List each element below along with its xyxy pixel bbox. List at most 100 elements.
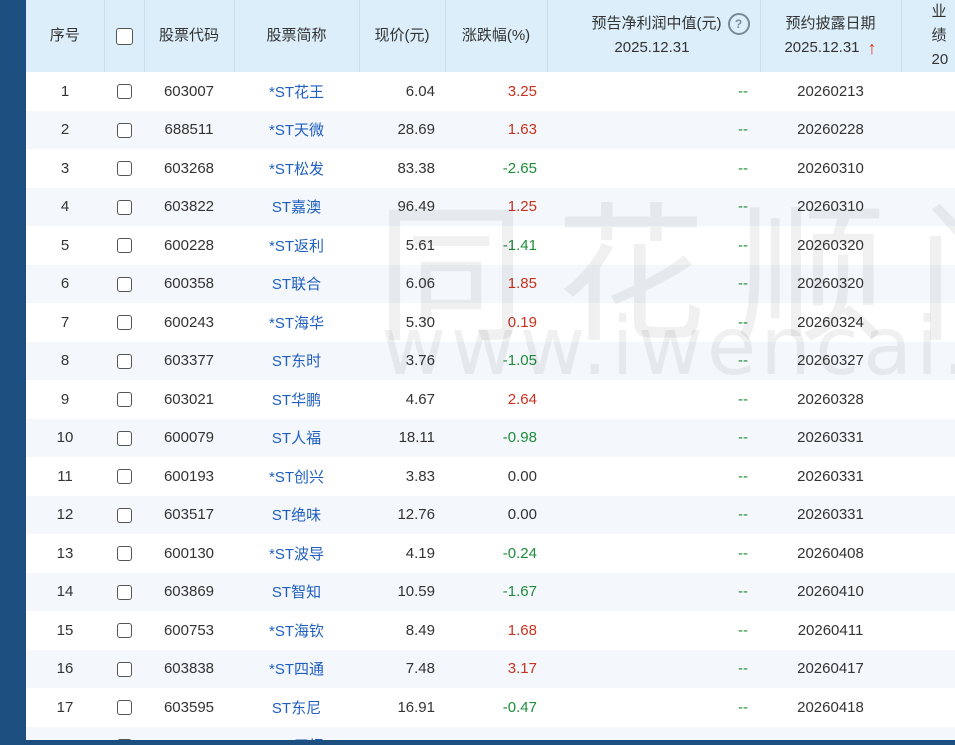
row-select[interactable] <box>104 534 144 573</box>
header-extra-period: 20 <box>931 51 949 68</box>
row-select[interactable] <box>104 187 144 226</box>
row-name-link[interactable]: *ST松发 <box>234 149 359 188</box>
row-forecast: -- <box>547 495 760 534</box>
row-forecast: -- <box>547 264 760 303</box>
table-row[interactable]: 8 603377 ST东时 3.76 -1.05 -- 20260327 <box>26 341 955 380</box>
header-select-all[interactable] <box>104 0 145 72</box>
row-checkbox[interactable] <box>116 430 132 446</box>
row-name-link[interactable]: ST绝味 <box>234 495 359 534</box>
header-disclose-date[interactable]: 预约披露日期 2025.12.31 ↑ <box>760 0 902 72</box>
row-extra <box>901 303 955 342</box>
row-checkbox[interactable] <box>116 584 132 600</box>
row-checkbox[interactable] <box>116 353 132 369</box>
row-name-link[interactable]: ST东时 <box>234 341 359 380</box>
row-name-link[interactable]: *ST海钦 <box>234 611 359 650</box>
table-row[interactable]: 9 603021 ST华鹏 4.67 2.64 -- 20260328 <box>26 380 955 419</box>
row-checkbox[interactable] <box>116 392 132 408</box>
row-select[interactable] <box>104 226 144 265</box>
row-checkbox[interactable] <box>116 315 132 331</box>
row-name-link[interactable]: *ST创兴 <box>234 457 359 496</box>
row-extra <box>901 226 955 265</box>
row-checkbox[interactable] <box>116 546 132 562</box>
table-row[interactable]: 15 600753 *ST海钦 8.49 1.68 -- 20260411 <box>26 611 955 650</box>
row-disclose-date: 20260418 <box>760 688 901 727</box>
row-checkbox[interactable] <box>116 276 132 292</box>
table-row[interactable]: 11 600193 *ST创兴 3.83 0.00 -- 20260331 <box>26 457 955 496</box>
row-change: 0.00 <box>445 495 547 534</box>
row-select[interactable] <box>104 726 144 740</box>
row-disclose-date: 20260331 <box>760 495 901 534</box>
row-checkbox[interactable] <box>116 507 132 523</box>
row-select[interactable] <box>104 264 144 303</box>
row-select[interactable] <box>104 149 144 188</box>
table-row[interactable]: 16 603838 *ST四通 7.48 3.17 -- 20260417 <box>26 649 955 688</box>
row-name-link[interactable]: ST人福 <box>234 418 359 457</box>
table-row[interactable]: 18 603721*ST天择19.230.68--20260418 <box>26 726 955 740</box>
row-disclose-date: 20260324 <box>760 303 901 342</box>
row-disclose-date: 20260320 <box>760 226 901 265</box>
row-select[interactable] <box>104 688 144 727</box>
row-select[interactable] <box>104 418 144 457</box>
select-all-checkbox[interactable] <box>115 27 133 45</box>
table-row[interactable]: 1 603007 *ST花王 6.04 3.25 -- 20260213 <box>26 72 955 111</box>
row-checkbox[interactable] <box>116 623 132 639</box>
table-row[interactable]: 12 603517 ST绝味 12.76 0.00 -- 20260331 <box>26 495 955 534</box>
header-seq[interactable]: 序号 <box>26 0 105 72</box>
header-extra[interactable]: 业绩 20 <box>901 0 955 72</box>
row-name-link[interactable]: *ST四通 <box>234 649 359 688</box>
row-select[interactable] <box>104 303 144 342</box>
row-checkbox[interactable] <box>116 661 132 677</box>
row-select[interactable] <box>104 611 144 650</box>
table-row[interactable]: 14 603869 ST智知 10.59 -1.67 -- 20260410 <box>26 572 955 611</box>
header-price[interactable]: 现价(元) <box>359 0 446 72</box>
sort-asc-arrow-icon[interactable]: ↑ <box>868 38 877 58</box>
table-row[interactable]: 5 600228 *ST返利 5.61 -1.41 -- 20260320 <box>26 226 955 265</box>
row-seq: 18 <box>26 726 104 740</box>
row-name-link[interactable]: ST智知 <box>234 572 359 611</box>
row-checkbox[interactable] <box>116 84 132 100</box>
row-name-link[interactable]: ST联合 <box>234 264 359 303</box>
row-checkbox[interactable] <box>116 161 132 177</box>
row-name-link[interactable]: *ST天微 <box>234 110 359 149</box>
header-code[interactable]: 股票代码 <box>144 0 235 72</box>
row-select[interactable] <box>104 572 144 611</box>
table-row[interactable]: 13 600130 *ST波导 4.19 -0.24 -- 20260408 <box>26 534 955 573</box>
row-select[interactable] <box>104 72 144 111</box>
row-name-link[interactable]: *ST天择 <box>234 726 359 740</box>
row-name-link[interactable]: *ST海华 <box>234 303 359 342</box>
row-name-link[interactable]: ST华鹏 <box>234 380 359 419</box>
row-select[interactable] <box>104 341 144 380</box>
row-select[interactable] <box>104 380 144 419</box>
header-forecast-profit[interactable]: 预告净利润中值(元)? 2025.12.31 <box>547 0 761 72</box>
table-row[interactable]: 4 603822 ST嘉澳 96.49 1.25 -- 20260310 <box>26 187 955 226</box>
header-forecast-period: 2025.12.31 <box>614 39 690 56</box>
row-select[interactable] <box>104 649 144 688</box>
row-select[interactable] <box>104 457 144 496</box>
row-name-link[interactable]: ST东尼 <box>234 688 359 727</box>
table-row[interactable]: 2 688511 *ST天微 28.69 1.63 -- 20260228 <box>26 110 955 149</box>
row-select[interactable] <box>104 495 144 534</box>
table-row[interactable]: 17 603595 ST东尼 16.91 -0.47 -- 20260418 <box>26 688 955 727</box>
table-row[interactable]: 6 600358 ST联合 6.06 1.85 -- 20260320 <box>26 264 955 303</box>
row-checkbox[interactable] <box>116 199 132 215</box>
table-row[interactable]: 3 603268 *ST松发 83.38 -2.65 -- 20260310 <box>26 149 955 188</box>
help-icon[interactable]: ? <box>727 13 750 36</box>
row-select[interactable] <box>104 110 144 149</box>
row-extra <box>901 534 955 573</box>
table-row[interactable]: 10 600079 ST人福 18.11 -0.98 -- 20260331 <box>26 418 955 457</box>
row-name-link[interactable]: *ST波导 <box>234 534 359 573</box>
row-name-link[interactable]: *ST返利 <box>234 226 359 265</box>
row-price: 12.76 <box>359 495 445 534</box>
row-name-link[interactable]: *ST花王 <box>234 72 359 111</box>
row-change: 0.00 <box>445 457 547 496</box>
row-name-link[interactable]: ST嘉澳 <box>234 187 359 226</box>
row-checkbox[interactable] <box>116 238 132 254</box>
row-disclose-date: 20260320 <box>760 264 901 303</box>
header-change[interactable]: 涨跌幅(%) <box>445 0 548 72</box>
row-checkbox[interactable] <box>116 700 132 716</box>
header-name[interactable]: 股票简称 <box>234 0 360 72</box>
row-checkbox[interactable] <box>116 122 132 138</box>
row-checkbox[interactable] <box>116 469 132 485</box>
table-row[interactable]: 7 600243 *ST海华 5.30 0.19 -- 20260324 <box>26 303 955 342</box>
row-seq: 16 <box>26 649 104 688</box>
